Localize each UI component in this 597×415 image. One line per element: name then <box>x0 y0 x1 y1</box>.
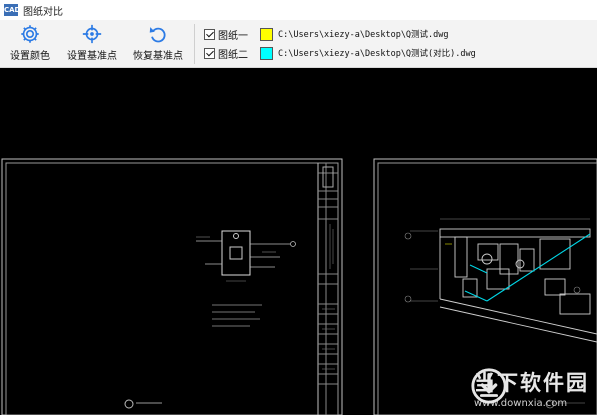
drawing-1-color-swatch[interactable] <box>260 27 273 41</box>
set-color-label: 设置颜色 <box>10 51 50 62</box>
cad-drawing <box>1 158 597 415</box>
app-icon: CAD <box>4 4 21 16</box>
drawing-2-color-swatch[interactable] <box>260 46 273 60</box>
file-row-1: 图纸一 C:\Users\xiezy-a\Desktop\Q测试.dwg <box>204 26 449 42</box>
window-title: 图纸对比 <box>23 6 63 18</box>
drawing-2-checkbox[interactable] <box>204 47 215 59</box>
set-color-button[interactable]: 设置颜色 <box>8 23 52 65</box>
drawing-1-name: 图纸一 <box>218 30 248 42</box>
toolbar-separator <box>194 24 195 64</box>
watermark-logo-icon <box>471 368 507 404</box>
crosshair-icon <box>82 24 102 44</box>
set-base-point-button[interactable]: 设置基准点 <box>64 23 120 65</box>
toolbar: 设置颜色 设置基准点 恢复基准点 图纸一 C:\Users\xiezy-a\De… <box>0 20 597 68</box>
gear-icon <box>21 25 39 43</box>
file-row-2: 图纸二 C:\Users\xiezy-a\Desktop\Q测试(对比).dwg <box>204 45 476 61</box>
drawing-1-checkbox[interactable] <box>204 28 215 40</box>
restore-base-point-label: 恢复基准点 <box>133 51 183 62</box>
set-base-point-label: 设置基准点 <box>67 51 117 62</box>
undo-icon <box>149 27 166 43</box>
left-drawing-sheet <box>1 158 343 415</box>
drawing-1-path: C:\Users\xiezy-a\Desktop\Q测试.dwg <box>278 30 449 40</box>
drawing-2-path: C:\Users\xiezy-a\Desktop\Q测试(对比).dwg <box>278 49 476 59</box>
drawing-2-name: 图纸二 <box>218 49 248 61</box>
drawing-canvas[interactable]: 当下软件园 www.downxia.com <box>0 69 597 415</box>
watermark: 当下软件园 www.downxia.com <box>470 367 589 409</box>
title-bar: CAD 图纸对比 <box>0 0 597 20</box>
restore-base-point-button[interactable]: 恢复基准点 <box>130 23 186 65</box>
